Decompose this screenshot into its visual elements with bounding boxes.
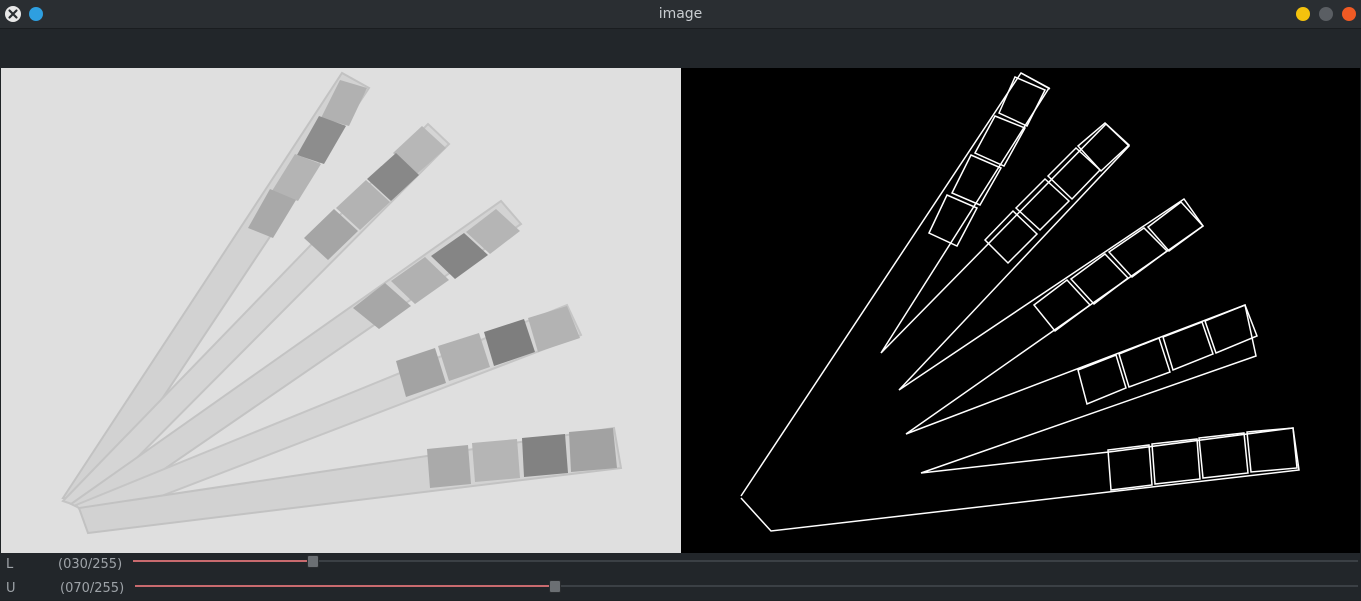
trackbar-panel: L (030/255) U (070/255) <box>0 553 1361 600</box>
trackbar-track[interactable] <box>135 580 1358 593</box>
trackbar-l: L (030/255) <box>0 553 1361 577</box>
trackbar-handle[interactable] <box>549 580 561 593</box>
maximize-icon[interactable] <box>1319 7 1333 21</box>
trackbar-fill <box>133 560 313 562</box>
title-bar: image <box>0 0 1361 29</box>
image-canvas[interactable] <box>1 68 1360 553</box>
trackbar-handle[interactable] <box>307 555 319 568</box>
trackbar-fill <box>135 585 555 587</box>
trackbar-value: (030/255) <box>58 557 123 572</box>
toolbar <box>0 29 1361 68</box>
trackbar-label: L <box>6 557 14 572</box>
trackbar-label: U <box>6 581 16 596</box>
trackbar-u: U (070/255) <box>0 577 1361 601</box>
window-title: image <box>658 6 703 22</box>
trackbar-value: (070/255) <box>60 581 125 596</box>
trackbar-track[interactable] <box>133 555 1358 568</box>
close-window-icon[interactable] <box>1342 7 1356 21</box>
minimize-icon[interactable] <box>1296 7 1310 21</box>
